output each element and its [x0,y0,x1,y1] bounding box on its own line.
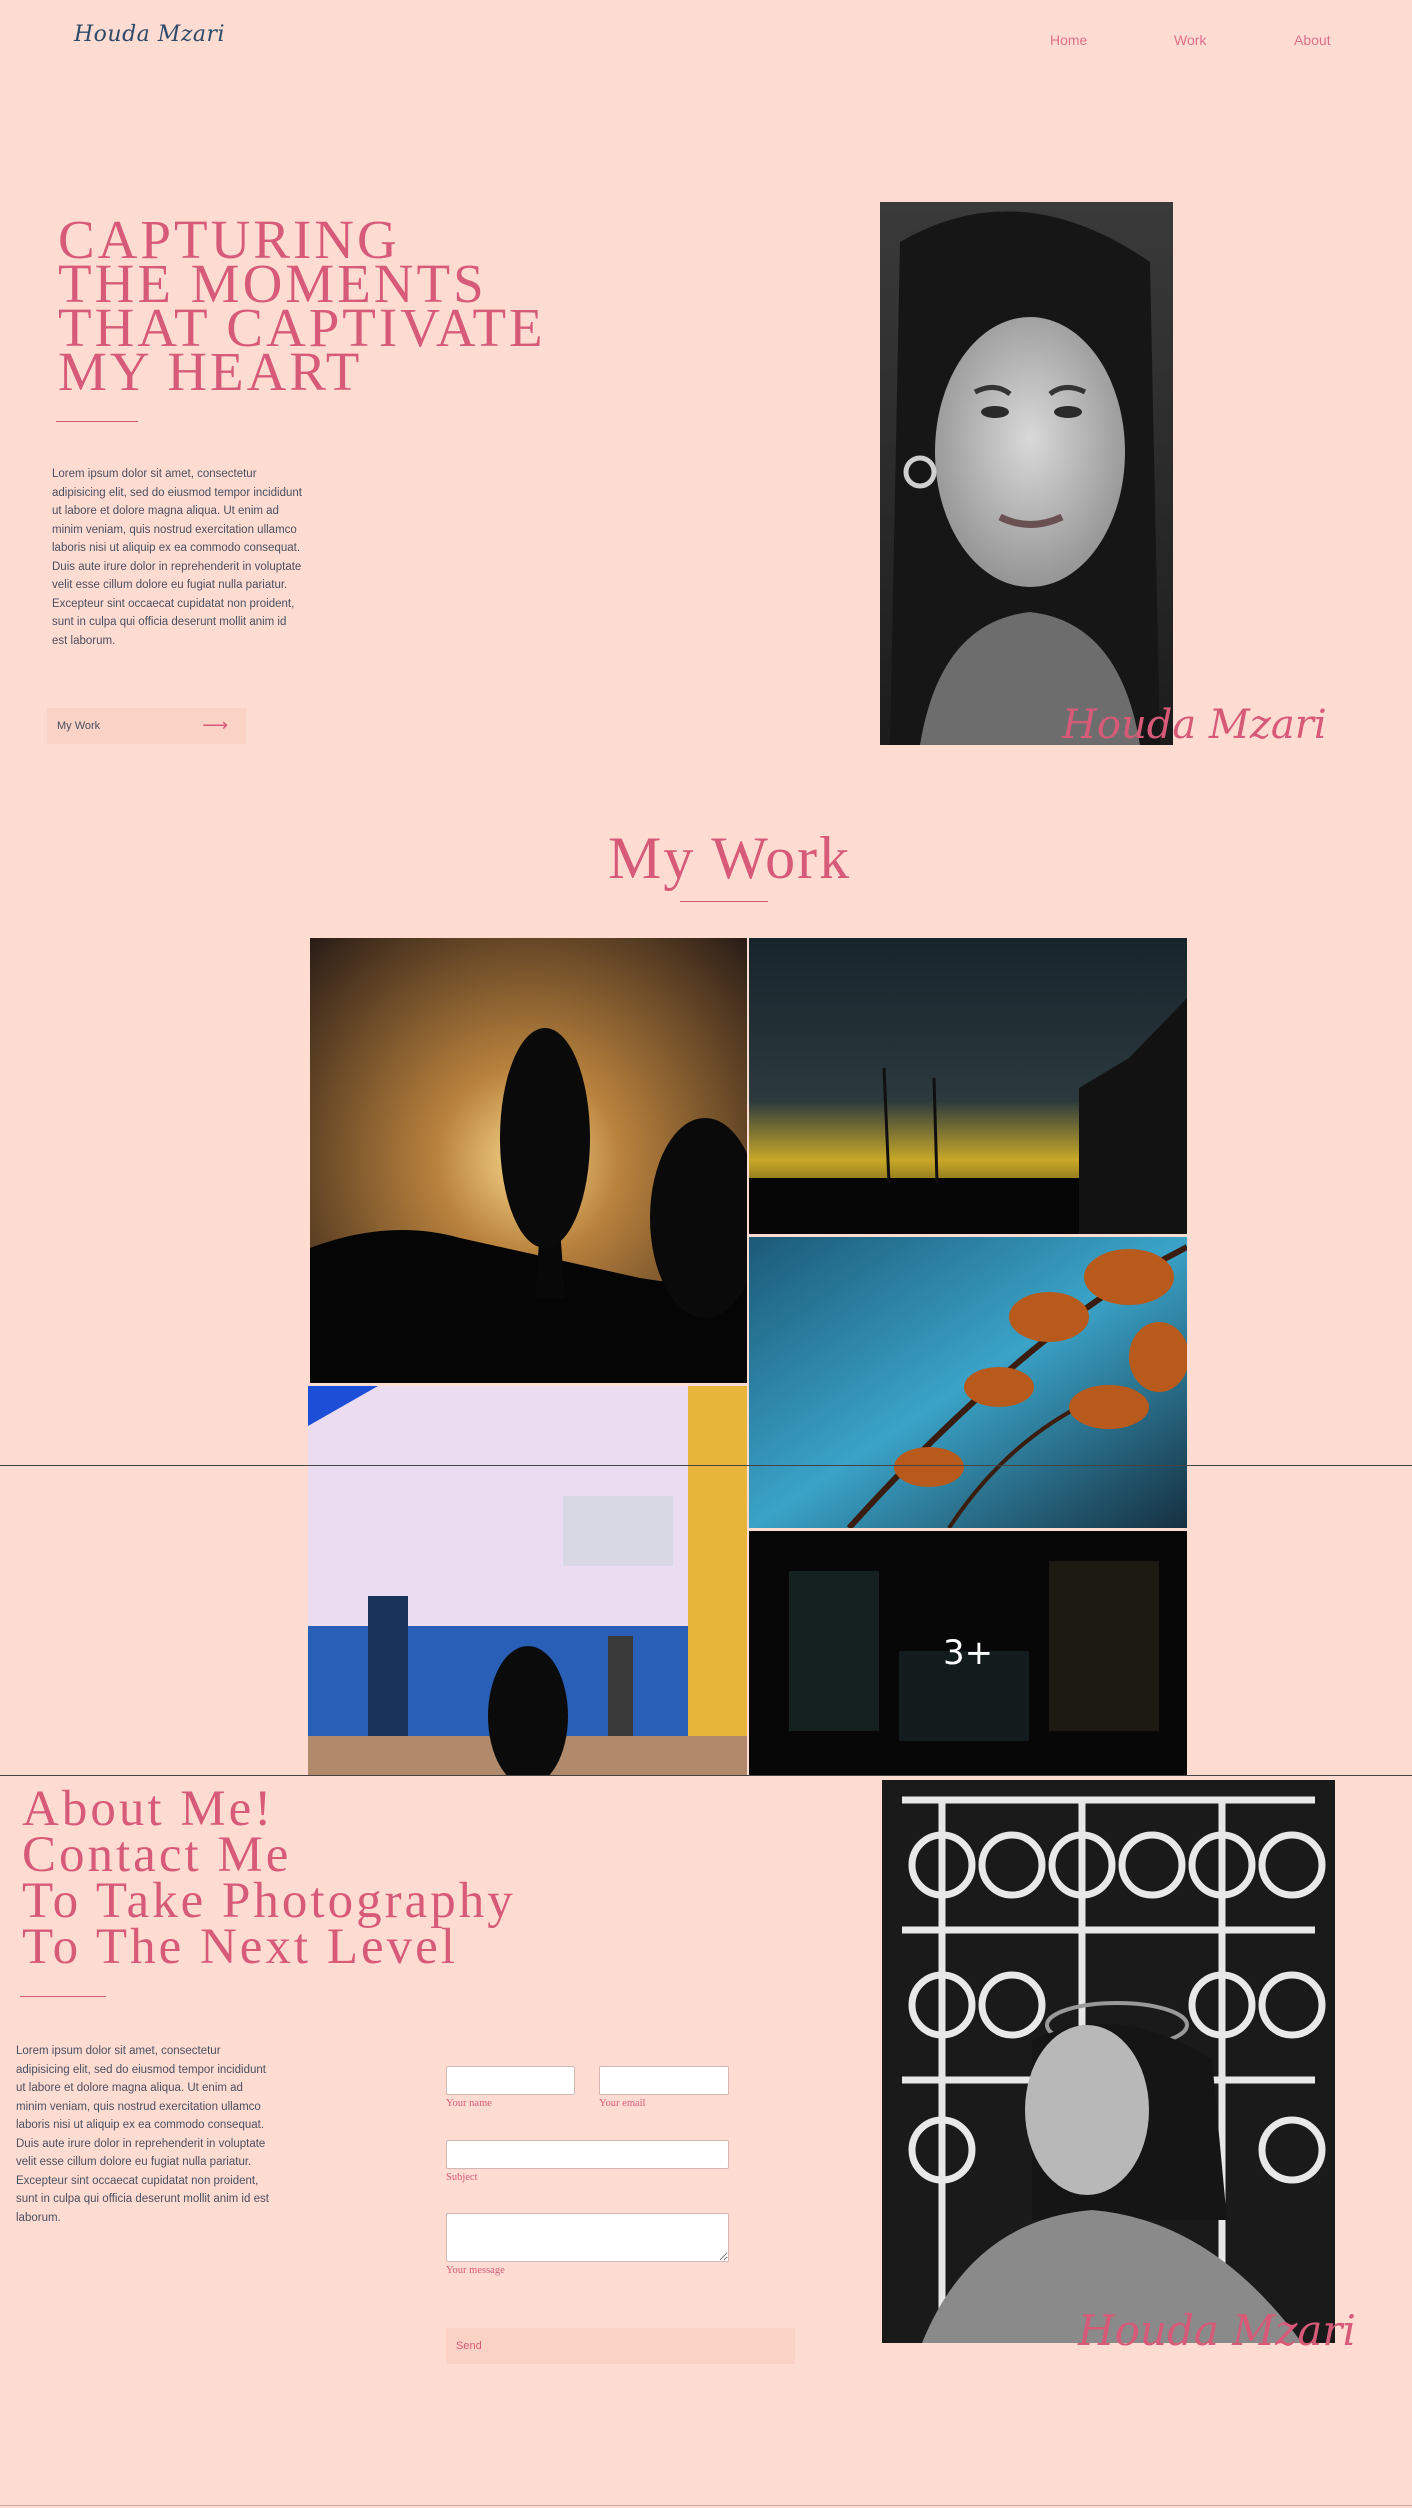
subject-label: Subject [446,2172,478,2183]
about-title-line: Contact Me [22,1827,292,1883]
about-portrait [882,1780,1335,2343]
hero-divider [56,421,138,422]
my-work-button-label: My Work [57,720,101,732]
gallery-photo-sunset-trees[interactable] [310,938,747,1383]
name-field[interactable] [446,2066,575,2095]
about-paragraph: Lorem ipsum dolor sit amet, consectetur … [16,2045,269,2224]
about-divider [20,1996,106,1997]
subject-field[interactable] [446,2140,729,2169]
logo[interactable]: Houda Mzari [74,22,225,47]
divider-line [0,1775,1412,1776]
message-label: Your message [446,2265,505,2276]
send-button[interactable]: Send [446,2328,795,2364]
about-signature: Houda Mzari [1078,2306,1356,2355]
house-illustration [308,1386,747,1775]
divider-line [0,1465,1412,1466]
gallery-photo-dusk-street[interactable] [749,938,1187,1234]
hero-portrait [880,202,1173,745]
email-field[interactable] [599,2066,729,2095]
hero-paragraph: Lorem ipsum dolor sit amet, consectetur … [52,468,302,647]
about-title-line: To The Next Level [22,1919,458,1975]
gallery-more-tile[interactable]: 3+ [749,1531,1187,1775]
my-work-button[interactable]: My Work ⟶ [47,708,246,744]
work-title: My Work [608,825,852,891]
gallery-photo-white-house[interactable] [308,1386,747,1775]
gallery-photo-autumn-branches[interactable] [749,1237,1187,1528]
window-portrait-illustration [882,1780,1335,2343]
work-divider [680,901,768,902]
branches-illustration [749,1237,1187,1528]
nav-home[interactable]: Home [1050,32,1087,48]
nav-work[interactable]: Work [1174,32,1206,48]
message-field[interactable] [446,2213,729,2262]
dusk-illustration [749,938,1187,1234]
page-bottom-line [0,2505,1412,2506]
email-label: Your email [599,2098,646,2109]
arrow-right-icon: ⟶ [202,715,228,735]
sunset-illustration [310,938,747,1383]
name-label: Your name [446,2098,492,2109]
hero-title: CAPTURING THE MOMENTS THAT CAPTIVATE MY … [58,212,546,399]
hero-signature: Houda Mzari [1062,702,1327,748]
about-title-line: To Take Photography [22,1873,516,1929]
about-title: About Me! Contact Me To Take Photography… [22,1781,516,1975]
more-photos-badge: 3+ [942,1633,994,1673]
portrait-illustration [880,202,1173,745]
about-title-line: About Me! [22,1781,275,1837]
nav-about[interactable]: About [1294,32,1331,48]
